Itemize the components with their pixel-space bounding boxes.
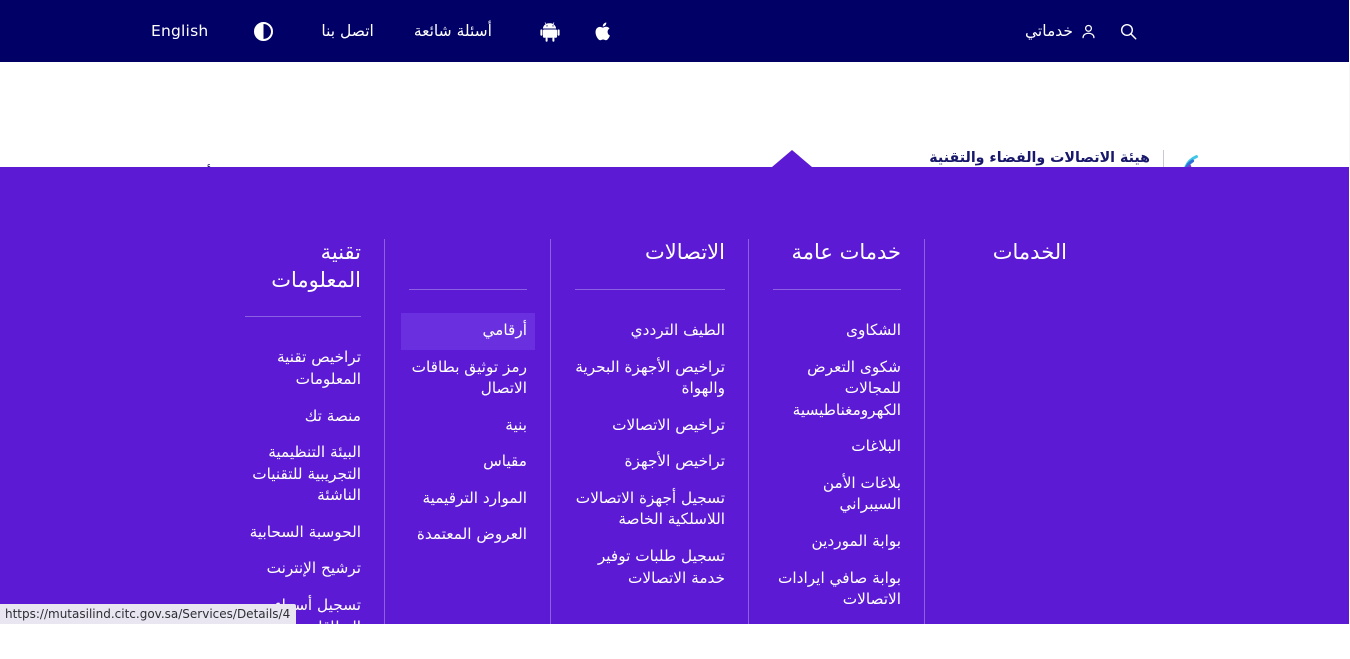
mega-column-title: الاتصالات [576,239,726,267]
column-rule [410,289,528,290]
contrast-icon [255,22,274,41]
mega-column-title: الخدمات [950,239,1068,267]
logo-arabic-name: هيئة الاتصالات والفضاء والتقنية [930,149,1151,167]
mega-column-digital-platforms: أرقامي رمز توثيق بطاقات الاتصال بنية مقي… [386,239,552,624]
my-services-label: خدماتي [1026,22,1074,40]
topbar-left-group: English اتصل بنا أسئلة شائعة [152,21,613,42]
mega-link-cloud-computing[interactable]: الحوسبة السحابية [238,515,370,552]
contrast-toggle-button[interactable] [255,22,274,41]
column-divider [385,239,386,659]
services-mega-menu: الخدمات خدمات عامة الشكاوى شكوى التعرض ل… [0,167,1350,624]
mega-link-regulatory-sandbox[interactable]: البيئة التنظيمية التجريبية للتقنيات النا… [238,435,370,515]
contact-us-link[interactable]: اتصل بنا [322,22,374,40]
mega-column-telecom: الاتصالات الطيف الترددي تراخيص الأجهزة ا… [552,239,750,624]
mega-link-spectrum[interactable]: الطيف الترددي [568,313,734,350]
faq-link[interactable]: أسئلة شائعة [415,22,493,40]
mega-link-marine-amateur-licenses[interactable]: تراخيص الأجهزة البحرية والهواة [568,350,734,408]
mega-link-list: الشكاوى شكوى التعرض للمجالات الكهرومغناط… [774,313,902,619]
mega-link-tech-platform[interactable]: منصة تك [238,399,370,436]
mega-link-internet-filtering[interactable]: ترشيح الإنترنت [238,551,370,588]
mega-link-telecom-licenses[interactable]: تراخيص الاتصالات [568,408,734,445]
status-bar-url: https://mutasilind.citc.gov.sa/Services/… [6,607,291,621]
column-divider [749,239,750,659]
mega-link-meqyas[interactable]: مقياس [402,444,536,481]
apple-icon [595,21,613,42]
mega-link-approved-offers[interactable]: العروض المعتمدة [402,517,536,554]
mega-link-bunyah[interactable]: بنية [402,408,536,445]
column-divider [551,239,552,659]
mega-link-list: الطيف الترددي تراخيص الأجهزة البحرية وال… [576,313,726,597]
top-utility-bar: English اتصل بنا أسئلة شائعة [0,0,1350,62]
apple-app-link[interactable] [595,21,613,42]
column-rule [774,289,902,290]
browser-status-bar: https://mutasilind.citc.gov.sa/Services/… [0,604,297,624]
mega-column-services-title: الخدمات [926,239,1092,624]
language-switch-link[interactable]: English [152,22,209,40]
android-app-link[interactable] [541,21,561,42]
mega-link-emf-exposure-complaint[interactable]: شكوى التعرض للمجالات الكهرومغناطيسية [766,350,910,430]
my-services-account-link[interactable]: خدماتي [1026,22,1098,40]
column-rule [246,316,362,317]
mega-link-arqami[interactable]: أرقامي [402,313,536,350]
search-icon [1120,22,1139,41]
column-rule [576,289,726,290]
column-divider [925,239,926,659]
mega-link-sim-verification-code[interactable]: رمز توثيق بطاقات الاتصال [402,350,536,408]
mega-column-title [410,239,528,267]
mega-column-title: تقنية المعلومات [246,239,362,294]
topbar-right-group: خدماتي [1026,22,1139,41]
site-header: CST هيئة الاتصالات والفضاء والتقنية Comm… [0,62,1350,167]
mega-link-cybersecurity-reports[interactable]: بلاغات الأمن السيبراني [766,466,910,524]
mega-link-device-licenses[interactable]: تراخيص الأجهزة [568,444,734,481]
mega-link-it-licenses[interactable]: تراخيص تقنية المعلومات [238,340,370,398]
dropdown-pointer-arrow [773,150,813,167]
mega-link-list: أرقامي رمز توثيق بطاقات الاتصال بنية مقي… [410,313,528,554]
mega-column-title: خدمات عامة [774,239,902,267]
mega-column-information-technology: تقنية المعلومات تراخيص تقنية المعلومات م… [222,239,386,624]
mega-link-complaints[interactable]: الشكاوى [766,313,910,350]
mega-link-numbering-resources[interactable]: الموارد الترقيمية [402,481,536,518]
mega-link-suppliers-portal[interactable]: بوابة الموردين [766,524,910,561]
search-button[interactable] [1120,22,1139,41]
mega-link-list: تراخيص تقنية المعلومات منصة تك البيئة ال… [246,340,362,646]
mega-link-reports[interactable]: البلاغات [766,429,910,466]
mega-column-general-services: خدمات عامة الشكاوى شكوى التعرض للمجالات … [750,239,926,624]
mega-link-safi-portal[interactable]: بوابة صافي ايرادات الاتصالات [766,561,910,619]
user-icon [1081,23,1098,40]
mega-link-service-provision-requests[interactable]: تسجيل طلبات توفير خدمة الاتصالات [568,539,734,597]
android-icon [541,21,561,42]
mega-link-private-wireless-registration[interactable]: تسجيل أجهزة الاتصالات اللاسلكية الخاصة [568,481,734,539]
